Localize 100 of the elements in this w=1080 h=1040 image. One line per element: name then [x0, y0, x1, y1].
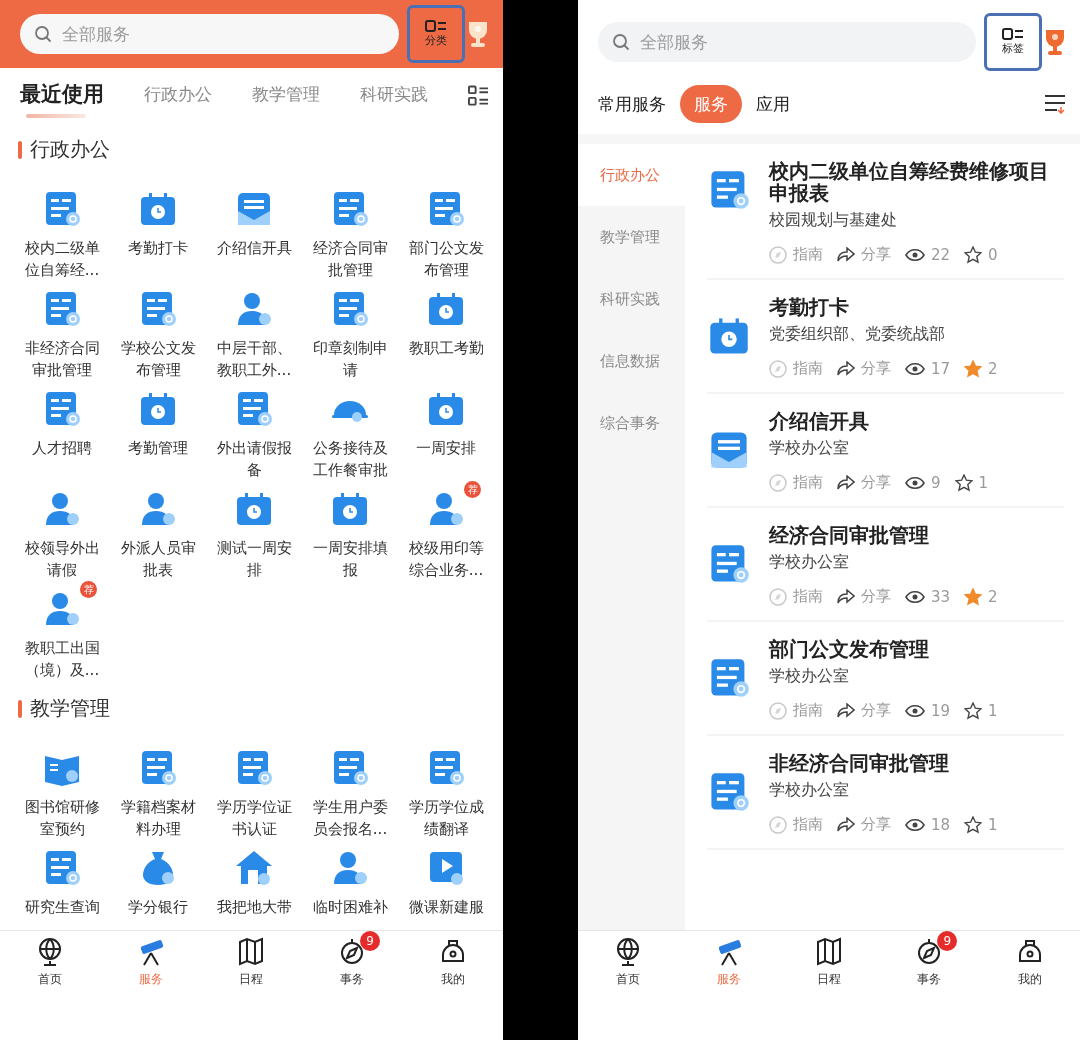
service-tile[interactable]: 学分银行 — [110, 840, 206, 930]
service-tile[interactable]: 一周安排 — [398, 381, 494, 481]
nav-tab[interactable]: 首页 — [592, 931, 665, 991]
service-label: 介绍信开具 — [215, 238, 293, 259]
star-icon[interactable] — [964, 701, 983, 720]
search-icon — [34, 25, 52, 43]
service-tile[interactable]: 考勤管理 — [110, 381, 206, 481]
service-tab[interactable]: 应用 — [756, 85, 790, 123]
service-label: 研究生查询 — [23, 897, 101, 918]
service-tile[interactable]: 学历学位成绩翻译 — [398, 740, 494, 840]
service-tile[interactable]: 临时困难补 — [302, 840, 398, 930]
service-tile[interactable]: 一周安排填报 — [302, 481, 398, 581]
view-count: 22 — [931, 245, 951, 264]
service-label: 公务接待及工作餐审批 — [311, 438, 389, 481]
service-tile[interactable]: 公务接待及工作餐审批 — [302, 381, 398, 481]
service-row[interactable]: 校内二级单位自筹经费维修项目申报表 校园规划与基建处 指南 分享 22 0 — [707, 144, 1064, 280]
compass-icon — [769, 473, 787, 492]
share-icon[interactable] — [837, 474, 855, 491]
category-button[interactable]: 分类 — [407, 5, 465, 63]
service-label: 一周安排 — [415, 438, 477, 459]
service-tile[interactable]: 考勤打卡 — [110, 181, 206, 281]
house-icon — [234, 848, 274, 888]
nav-tab[interactable]: 日程 — [215, 931, 288, 991]
compass-icon — [769, 701, 787, 720]
service-tile[interactable]: 校领导外出请假 — [14, 481, 110, 581]
compass-icon — [769, 245, 787, 264]
service-tile[interactable]: 荐 校级用印等综合业务... — [398, 481, 494, 581]
search-field[interactable]: 全部服务 — [598, 22, 976, 62]
share-icon[interactable] — [837, 816, 855, 833]
eye-icon — [905, 475, 925, 490]
star-icon[interactable] — [964, 245, 983, 264]
tag-button[interactable]: 标签 — [984, 13, 1042, 71]
nav-tab[interactable]: 首页 — [14, 931, 87, 991]
nav-tab[interactable]: 事务 9 — [316, 931, 389, 991]
service-tile[interactable]: 学籍档案材料办理 — [110, 740, 206, 840]
service-row[interactable]: 考勤打卡 党委组织部、党委统战部 指南 分享 17 2 — [707, 280, 1064, 394]
service-tile[interactable]: 研究生查询 — [14, 840, 110, 930]
service-label: 外出请假报备 — [215, 438, 293, 481]
service-tile[interactable]: 介绍信开具 — [206, 181, 302, 281]
share-icon[interactable] — [837, 702, 855, 719]
service-tile[interactable]: 教职工考勤 — [398, 281, 494, 381]
service-label: 图书馆研修室预约 — [23, 797, 101, 840]
nav-tab[interactable]: 事务 9 — [893, 931, 966, 991]
service-tile[interactable]: 图书馆研修室预约 — [14, 740, 110, 840]
service-tile[interactable]: 外出请假报备 — [206, 381, 302, 481]
nav-tab[interactable]: 日程 — [792, 931, 865, 991]
service-tile[interactable]: 非经济合同审批管理 — [14, 281, 110, 381]
service-tile[interactable]: 学生用户委员会报名... — [302, 740, 398, 840]
service-tile[interactable]: 经济合同审批管理 — [302, 181, 398, 281]
favorite-count: 2 — [988, 359, 998, 378]
nav-tab[interactable]: 我的 — [416, 931, 489, 991]
grid-menu-icon[interactable] — [468, 85, 489, 107]
service-label: 部门公文发布管理 — [407, 238, 485, 281]
service-row[interactable]: 部门公文发布管理 学校办公室 指南 分享 19 1 — [707, 622, 1064, 736]
star-icon[interactable] — [964, 815, 983, 834]
service-tile[interactable]: 测试一周安排 — [206, 481, 302, 581]
view-count: 17 — [931, 359, 951, 378]
service-row[interactable]: 经济合同审批管理 学校办公室 指南 分享 33 2 — [707, 508, 1064, 622]
eye-icon — [905, 589, 925, 604]
share-icon[interactable] — [837, 246, 855, 263]
star-icon[interactable] — [964, 359, 983, 378]
search-icon — [612, 33, 630, 51]
category-tab[interactable]: 教学管理 — [252, 76, 320, 116]
eye-icon — [905, 247, 925, 262]
nav-tab[interactable]: 我的 — [993, 931, 1066, 991]
service-tile[interactable]: 校内二级单位自筹经... — [14, 181, 110, 281]
star-icon[interactable] — [954, 473, 973, 492]
share-icon[interactable] — [837, 360, 855, 377]
service-tile[interactable]: 学校公文发布管理 — [110, 281, 206, 381]
service-title: 介绍信开具 — [769, 410, 870, 432]
service-label: 学分银行 — [127, 897, 189, 918]
service-tile[interactable]: 印章刻制申请 — [302, 281, 398, 381]
service-tile[interactable]: 人才招聘 — [14, 381, 110, 481]
view-count: 18 — [931, 815, 951, 834]
service-tile[interactable]: 学历学位证书认证 — [206, 740, 302, 840]
service-row[interactable]: 非经济合同审批管理 学校办公室 指南 分享 18 1 — [707, 736, 1064, 850]
search-field[interactable]: 全部服务 — [20, 14, 399, 54]
compass-icon — [769, 359, 787, 378]
category-tab[interactable]: 最近使用 — [20, 74, 104, 118]
service-tile[interactable]: 外派人员审批表 — [110, 481, 206, 581]
service-tile[interactable]: 部门公文发布管理 — [398, 181, 494, 281]
sort-icon[interactable] — [1044, 94, 1066, 114]
service-tile[interactable]: 荐 教职工出国（境）及... — [14, 581, 110, 681]
service-label: 教职工考勤 — [407, 338, 485, 359]
service-label: 临时困难补 — [311, 897, 389, 918]
share-icon[interactable] — [837, 588, 855, 605]
service-tile[interactable]: 我把地大带 — [206, 840, 302, 930]
favorite-count: 1 — [988, 815, 998, 834]
service-tile[interactable]: 微课新建服 — [398, 840, 494, 930]
list-view-icon — [425, 20, 447, 32]
category-tab[interactable]: 科研实践 — [360, 76, 428, 116]
service-title: 非经济合同审批管理 — [769, 752, 950, 774]
compass-icon — [769, 815, 787, 834]
service-label: 人才招聘 — [31, 438, 93, 459]
service-tile[interactable]: 中层干部、教职工外... — [206, 281, 302, 381]
service-tab[interactable]: 常用服务 — [598, 85, 666, 123]
star-icon[interactable] — [964, 587, 983, 606]
category-tab[interactable]: 行政办公 — [144, 76, 212, 116]
service-row[interactable]: 介绍信开具 学校办公室 指南 分享 9 1 — [707, 394, 1064, 508]
favorite-count: 1 — [978, 473, 989, 492]
